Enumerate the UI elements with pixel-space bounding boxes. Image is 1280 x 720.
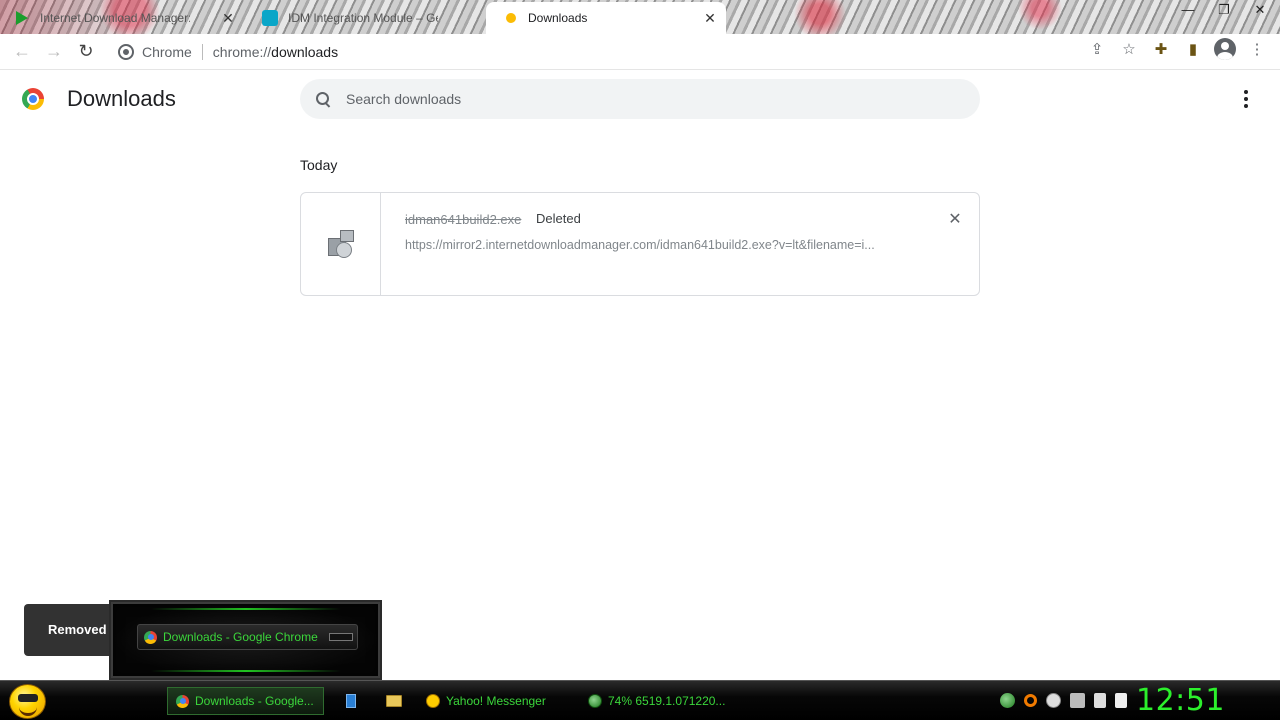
tab-title: IDM Integration Module – Get: [288, 11, 438, 25]
taskbar-item-chrome[interactable]: Downloads - Google...: [167, 687, 324, 715]
taskbar-item-download-progress[interactable]: 74% 6519.1.071220...: [580, 687, 730, 715]
idm-arrow-icon: [16, 11, 28, 25]
forward-button[interactable]: →: [38, 36, 70, 68]
tab-title: Internet Download Manager: Th: [40, 11, 190, 25]
file-name-link[interactable]: idman641build2.exe: [405, 212, 521, 227]
taskbar-item-app[interactable]: [338, 687, 362, 715]
tab-downloads[interactable]: Downloads ✕: [486, 2, 726, 34]
start-button-smiley-icon[interactable]: [9, 684, 46, 719]
preview-minimize-icon: [329, 633, 353, 641]
download-icon: [506, 13, 516, 23]
chrome-logo-icon: [22, 88, 44, 110]
search-placeholder: Search downloads: [346, 91, 462, 107]
separator: [201, 44, 203, 60]
yahoo-messenger-icon: [426, 694, 440, 708]
preview-title: Downloads - Google Chrome: [163, 630, 318, 644]
tab-idm[interactable]: Internet Download Manager: Th ✕: [0, 2, 244, 34]
chrome-icon: [144, 630, 157, 644]
url-scheme: chrome://: [212, 44, 272, 60]
reload-button[interactable]: ↻: [70, 36, 102, 68]
restore-button[interactable]: ❐: [1214, 2, 1234, 18]
more-icon[interactable]: ⋮: [1246, 38, 1268, 60]
taskbar-item-explorer[interactable]: [378, 687, 412, 715]
back-button[interactable]: ←: [6, 36, 38, 68]
taskbar-item-label: Downloads - Google...: [195, 694, 314, 708]
tab-strip: Internet Download Manager: Th ✕ IDM Inte…: [0, 0, 1280, 34]
app-icon: [346, 694, 356, 708]
address-bar[interactable]: Chrome chrome://downloads: [106, 38, 1116, 66]
file-status: Deleted: [536, 211, 581, 226]
taskbar-item-label: Yahoo! Messenger: [446, 694, 546, 708]
close-window-button[interactable]: ✕: [1250, 2, 1270, 18]
network-globe-icon[interactable]: [1000, 693, 1015, 708]
site-label: Chrome: [142, 44, 192, 60]
bookmark-star-icon[interactable]: ☆: [1118, 38, 1140, 60]
clock[interactable]: 12:51 AM: [1136, 683, 1280, 720]
extensions-icon[interactable]: ✚: [1150, 38, 1172, 60]
tab-title: Downloads: [528, 11, 588, 25]
chrome-icon: [176, 694, 189, 708]
taskbar-preview[interactable]: Downloads - Google Chrome: [109, 600, 382, 680]
idm-globe-icon: [588, 694, 602, 708]
date-header: Today: [300, 157, 338, 173]
toast-text: Removed ': [48, 622, 114, 637]
close-icon[interactable]: ✕: [702, 10, 718, 26]
safely-remove-icon[interactable]: [1070, 693, 1085, 708]
toolbar-actions: ⇪ ☆ ✚ ▮ ⋮: [1086, 38, 1268, 60]
network-icon[interactable]: [1094, 693, 1106, 708]
browser-toolbar: ← → ↻ Chrome chrome://downloads ⇪ ☆ ✚ ▮ …: [0, 34, 1280, 70]
minimize-button[interactable]: —: [1178, 2, 1198, 18]
more-actions-icon[interactable]: [1238, 88, 1254, 110]
taskbar-item-yahoo-messenger[interactable]: Yahoo! Messenger: [418, 687, 568, 715]
taskbar-item-label: 74% 6519.1.071220...: [608, 694, 726, 708]
profile-avatar[interactable]: [1214, 38, 1236, 60]
remove-from-list-button[interactable]: ✕: [946, 211, 964, 229]
file-icon-area: [301, 193, 381, 295]
search-icon: [316, 92, 330, 106]
chrome-site-icon: [118, 44, 134, 60]
volume-icon[interactable]: [1115, 693, 1127, 708]
status-icon[interactable]: [1046, 693, 1061, 708]
share-icon[interactable]: ⇪: [1086, 38, 1108, 60]
download-item: idman641build2.exe Deleted https://mirro…: [300, 192, 980, 296]
side-panel-icon[interactable]: ▮: [1182, 38, 1204, 60]
close-icon[interactable]: ✕: [220, 10, 236, 26]
tab-idm-integration[interactable]: IDM Integration Module – Get: [246, 2, 486, 34]
puzzle-icon: [262, 10, 278, 26]
search-input[interactable]: Search downloads: [300, 79, 980, 119]
folder-icon: [386, 695, 402, 707]
window-controls: — ❐ ✕: [1178, 2, 1270, 18]
search-tray-icon[interactable]: [1024, 694, 1037, 707]
preview-window-item[interactable]: Downloads - Google Chrome: [137, 624, 358, 650]
taskbar: Downloads - Google... Yahoo! Messenger 7…: [0, 680, 1280, 720]
installer-file-icon: [326, 228, 356, 260]
system-tray: [1000, 693, 1127, 708]
url-path: downloads: [271, 44, 339, 60]
file-url-link[interactable]: https://mirror2.internetdownloadmanager.…: [405, 238, 925, 252]
page-title: Downloads: [67, 86, 176, 111]
